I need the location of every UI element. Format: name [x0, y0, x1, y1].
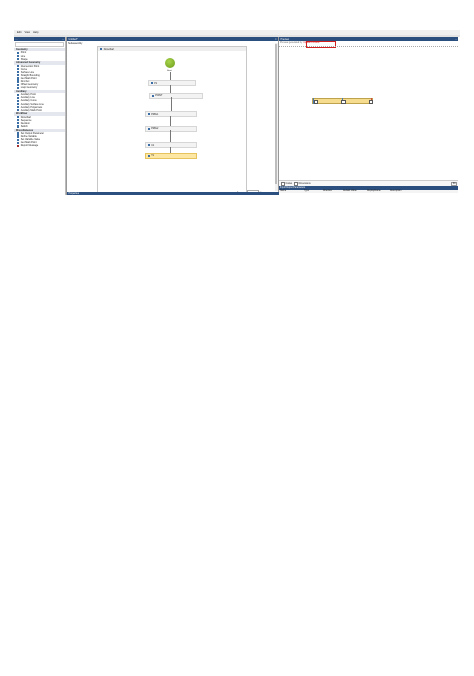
- pin-icon[interactable]: ▫: [456, 38, 457, 41]
- io-header-row: Name Type Direction Default Value Displa…: [279, 189, 458, 194]
- preview-shape[interactable]: [312, 98, 374, 105]
- fit-button[interactable]: Fit: [451, 181, 457, 186]
- highlight-box: [306, 40, 336, 49]
- decision-icon: [17, 122, 20, 125]
- aux-polyarrows-icon: [17, 106, 20, 109]
- flowchart-label: Flowchart: [103, 47, 115, 51]
- designer-tab-label: Untitled*: [68, 37, 78, 41]
- col-name[interactable]: Name: [279, 190, 304, 192]
- curve-icon: [17, 68, 20, 71]
- breadcrumb[interactable]: Subassembly: [68, 42, 82, 45]
- shape-icon: [17, 58, 20, 61]
- surface-line-icon: [17, 71, 20, 74]
- line-icon: [17, 54, 20, 58]
- output-parameter-icon: [17, 132, 20, 135]
- switch-icon: [17, 125, 20, 128]
- dimensions-checkbox[interactable]: [293, 181, 298, 186]
- flowchart-icon: [17, 116, 20, 119]
- toolbox-title-bar: ... ▫: [14, 37, 65, 41]
- straight-bounding-icon: [17, 74, 20, 77]
- message-icon: [17, 144, 20, 147]
- node-t1[interactable]: T1: [145, 152, 197, 159]
- flowchart-icon: [100, 48, 103, 51]
- dimensions-label: Dimensions: [298, 182, 311, 185]
- set-variable-icon: [17, 138, 20, 141]
- loop-icon: [17, 86, 20, 89]
- designer-panel: Untitled* × Subassembly Flowchart Start …: [66, 37, 280, 195]
- node-p2bl1[interactable]: P2BL1: [145, 111, 197, 118]
- point-icon: [150, 82, 153, 85]
- io-parameters-panel: Input/Output Parameters Name Type Direct…: [279, 186, 458, 196]
- point-marker[interactable]: [341, 99, 346, 105]
- designer-tab[interactable]: Untitled* ×: [67, 37, 278, 41]
- flowchart-container[interactable]: Flowchart Start P1 POINT P2BL1 P2BL2 C1 …: [97, 46, 247, 193]
- preview-panel: Preview ▫ Preview generated by Update Pr…: [279, 37, 458, 186]
- properties-tab[interactable]: Properties: [67, 192, 280, 195]
- col-type[interactable]: Type: [304, 190, 323, 192]
- line-icon: [147, 127, 150, 130]
- sequence-icon: [17, 119, 20, 122]
- node-c1[interactable]: C1: [145, 142, 197, 149]
- node-point[interactable]: POINT: [149, 92, 203, 99]
- menu-help[interactable]: Help: [33, 31, 38, 34]
- node-p2bl2[interactable]: P2BL2: [145, 125, 197, 132]
- aux-line-icon: [17, 96, 20, 99]
- col-default-value[interactable]: Default Value: [343, 190, 367, 192]
- aux-curve-icon: [17, 99, 20, 103]
- close-icon[interactable]: ×: [275, 38, 276, 41]
- point-icon: [151, 94, 154, 97]
- codes-label: Codes: [285, 182, 293, 185]
- mark-point-icon: [17, 141, 20, 144]
- menu-view[interactable]: View: [24, 31, 30, 34]
- scrollbar-thumb[interactable]: [275, 44, 277, 184]
- preview-title: Preview: [280, 37, 290, 41]
- menu-edit[interactable]: Edit: [17, 31, 21, 34]
- toolbox-search-input[interactable]: [15, 42, 64, 47]
- node-p1[interactable]: P1: [148, 80, 196, 87]
- start-node[interactable]: [165, 58, 175, 68]
- shape-icon: [147, 154, 150, 157]
- curve-icon: [147, 144, 150, 147]
- intersection-point-icon: [17, 65, 20, 68]
- point-marker[interactable]: [313, 99, 319, 105]
- vertical-scrollbar[interactable]: [274, 43, 278, 191]
- line-icon: [147, 113, 150, 116]
- arc-icon: [17, 80, 20, 83]
- flowchart-header: Flowchart: [98, 47, 246, 52]
- point-icon: [17, 51, 20, 55]
- toolbox-panel: ... ▫ Geometry Point Line Shape Advanced…: [14, 37, 66, 195]
- aux-point-icon: [17, 93, 20, 96]
- toolbox-title: ...: [15, 37, 18, 41]
- aux-surface-line-icon: [17, 102, 20, 106]
- col-description[interactable]: Description: [390, 190, 414, 192]
- tool-report-message[interactable]: Report Message: [14, 144, 65, 147]
- col-display-name[interactable]: DisplayName: [367, 190, 390, 192]
- aux-mark-point-icon: [17, 109, 20, 112]
- col-direction[interactable]: Direction: [323, 190, 343, 192]
- point-marker[interactable]: [368, 99, 374, 105]
- mark-point-icon: [17, 77, 20, 80]
- variable-icon: [17, 135, 20, 138]
- divider: [279, 45, 458, 47]
- offset-icon: [17, 83, 20, 86]
- pin-icon[interactable]: ▫: [63, 38, 64, 41]
- codes-checkbox[interactable]: [280, 181, 285, 186]
